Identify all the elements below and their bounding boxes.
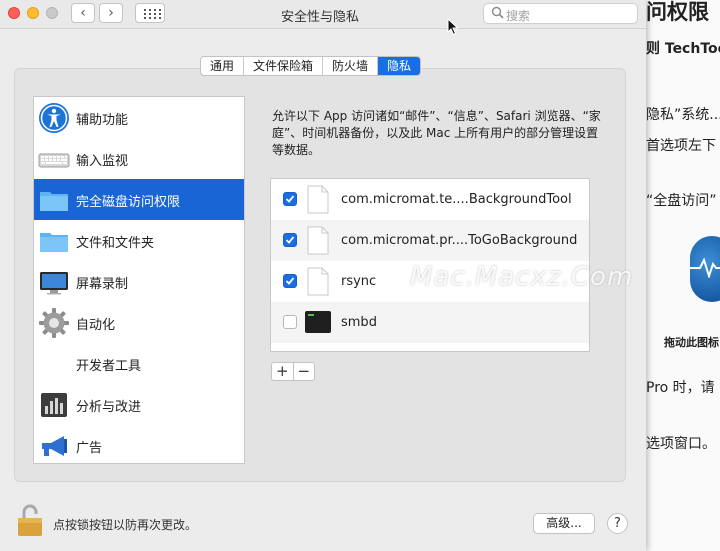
search-icon: [491, 6, 504, 19]
sidebar-item-label: 完全磁盘访问权限: [76, 195, 181, 210]
accessibility-icon: [39, 103, 69, 133]
lock-hint-text: 点按锁按钮以防再次更改。: [53, 518, 198, 532]
sidebar-item-label: 辅助功能: [76, 113, 129, 128]
background-document: 问权限 则 TechToo 隐私”系统... 首选项左下 “全盘访问” 拖动此图…: [640, 0, 720, 551]
bg-doc-text: 选项窗口。: [646, 436, 716, 452]
chevron-right-icon: ›: [108, 5, 114, 21]
lock-icon[interactable]: [16, 503, 44, 537]
list-item[interactable]: smbd: [271, 302, 589, 343]
preferences-window: ‹ › 安全性与隐私 搜索 通用 文件保险箱 防火墙 隐私 辅助功能 输入监视 …: [0, 0, 646, 551]
watermark: Mac.Macxz.Com: [410, 262, 634, 292]
sidebar-item-automation[interactable]: 自动化: [34, 302, 244, 343]
list-item[interactable]: com.micromat.te....BackgroundTool: [271, 179, 589, 220]
tab-filevault[interactable]: 文件保险箱: [244, 57, 324, 75]
document-icon: [307, 267, 329, 296]
sidebar-item-label: 分析与改进: [76, 400, 142, 415]
techtool-app-icon: [690, 236, 720, 302]
chevron-left-icon: ‹: [80, 5, 86, 21]
sidebar-item-label: 文件和文件夹: [76, 236, 155, 251]
sidebar-item-advertising[interactable]: 广告: [34, 425, 244, 466]
show-all-button[interactable]: [135, 3, 165, 23]
bg-doc-text: “全盘访问”: [646, 193, 717, 209]
zoom-button[interactable]: [46, 7, 58, 19]
chart-icon: [41, 393, 67, 417]
bg-doc-heading: 问权限: [646, 0, 709, 24]
mouse-cursor-icon: [447, 18, 459, 36]
advanced-button[interactable]: 高级...: [533, 513, 595, 534]
checkbox[interactable]: [283, 315, 297, 329]
checkmark-icon: [285, 236, 295, 244]
tab-general[interactable]: 通用: [201, 57, 245, 75]
search-field[interactable]: 搜索: [483, 3, 638, 24]
remove-app-button[interactable]: −: [294, 363, 315, 380]
bg-doc-text: Pro 时，请: [646, 380, 715, 396]
gear-icon: [39, 308, 69, 338]
sidebar-item-files-and-folders[interactable]: 文件和文件夹: [34, 220, 244, 261]
checkmark-icon: [285, 195, 295, 203]
add-app-button[interactable]: +: [272, 363, 294, 380]
forward-button[interactable]: ›: [99, 3, 123, 23]
checkmark-icon: [285, 277, 295, 285]
title-bar: ‹ › 安全性与隐私 搜索: [0, 0, 646, 29]
back-button[interactable]: ‹: [71, 3, 95, 23]
sidebar-item-label: 输入监视: [76, 154, 129, 169]
bg-doc-text: 隐私”系统...: [646, 107, 720, 123]
close-button[interactable]: [8, 7, 20, 19]
document-icon: [307, 185, 329, 214]
bg-doc-text: 首选项左下: [646, 138, 716, 154]
window-title: 安全性与隐私: [280, 10, 359, 25]
app-name: rsync: [341, 274, 377, 289]
add-remove-control: + −: [271, 362, 315, 381]
list-item[interactable]: com.micromat.pr....ToGoBackground: [271, 220, 589, 261]
list-item[interactable]: [271, 343, 589, 352]
search-placeholder: 搜索: [506, 9, 531, 23]
checkbox[interactable]: [283, 233, 297, 247]
sidebar-item-analytics[interactable]: 分析与改进: [34, 384, 244, 425]
privacy-category-list: 辅助功能 输入监视 完全磁盘访问权限 文件和文件夹 屏幕录制 自动化 开发者工具…: [33, 96, 245, 464]
sidebar-item-accessibility[interactable]: 辅助功能: [34, 97, 244, 138]
folder-icon: [40, 192, 68, 211]
sidebar-item-label: 广告: [76, 441, 103, 456]
app-name: smbd: [341, 315, 377, 330]
terminal-icon: [305, 311, 331, 333]
sidebar-item-developer-tools[interactable]: 开发者工具: [34, 343, 244, 384]
megaphone-icon: [42, 436, 67, 456]
sidebar-item-label: 自动化: [76, 318, 116, 333]
permission-description: 允许以下 App 访问诸如“邮件”、“信息”、Safari 浏览器、“家庭”、时…: [272, 109, 601, 157]
tab-bar: 通用 文件保险箱 防火墙 隐私: [200, 56, 422, 76]
sidebar-item-label: 屏幕录制: [76, 277, 129, 292]
help-button[interactable]: ?: [607, 513, 628, 534]
sidebar-item-input-monitoring[interactable]: 输入监视: [34, 138, 244, 179]
app-name: com.micromat.pr....ToGoBackground: [341, 233, 578, 248]
minimize-button[interactable]: [27, 7, 39, 19]
app-name: com.micromat.te....BackgroundTool: [341, 192, 572, 207]
folder-icon: [40, 233, 68, 252]
tab-firewall[interactable]: 防火墙: [323, 57, 379, 75]
sidebar-item-screen-recording[interactable]: 屏幕录制: [34, 261, 244, 302]
bg-doc-text: 则 TechToo: [646, 41, 720, 57]
checkbox[interactable]: [283, 274, 297, 288]
display-icon: [40, 272, 68, 295]
tab-privacy[interactable]: 隐私: [378, 57, 421, 75]
sidebar-item-label: 开发者工具: [76, 359, 142, 374]
document-icon: [307, 226, 329, 255]
bg-doc-caption: 拖动此图标: [664, 336, 719, 349]
checkbox[interactable]: [283, 192, 297, 206]
app-icon: [307, 349, 331, 352]
sidebar-item-full-disk-access[interactable]: 完全磁盘访问权限: [34, 179, 244, 220]
keyboard-icon: [38, 153, 70, 168]
